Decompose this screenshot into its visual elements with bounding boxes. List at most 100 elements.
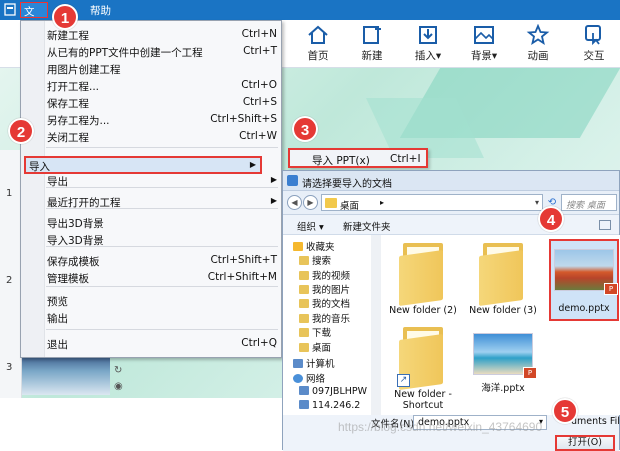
new-folder-button[interactable]: 新建文件夹 — [343, 219, 391, 233]
menu-item-label: 预览 — [47, 296, 68, 308]
file-menu-item[interactable]: 最近打开的工程 ▶ — [47, 194, 277, 210]
file-item-ocean-pptx[interactable]: P 海洋.pptx — [467, 327, 539, 394]
network-icon — [293, 374, 303, 383]
insert-button[interactable]: 插入▾ — [408, 24, 448, 64]
file-item-shortcut[interactable]: ↗ New folder - Shortcut — [387, 327, 459, 411]
chevron-down-icon[interactable]: ▾ — [535, 198, 539, 207]
tree-item[interactable]: 我的图片 — [299, 282, 350, 296]
tree-item[interactable]: 计算机 — [293, 356, 335, 370]
file-list: New folder (2) New folder (3) P demo.ppt… — [381, 235, 620, 415]
new-button[interactable]: 新建 — [352, 24, 392, 64]
tree-item[interactable]: 网络 — [293, 371, 325, 385]
file-menu-item[interactable]: 导入3D背景 — [47, 232, 277, 248]
rotate-icon[interactable]: ↻ — [114, 365, 122, 376]
dialog-toolbar: 组织 ▾ 新建文件夹 — [283, 215, 619, 235]
forward-icon[interactable]: ▶ — [303, 195, 318, 210]
menu-item-label: 打开工程... — [47, 81, 100, 93]
file-menu-item[interactable]: 导入 ▶ — [24, 156, 262, 174]
file-menu-item[interactable]: 导出3D背景 — [47, 215, 277, 231]
tree-item-label: 我的音乐 — [312, 314, 351, 325]
file-menu-item[interactable]: 保存成模板 Ctrl+Shift+T — [47, 253, 277, 269]
interaction-icon — [585, 25, 601, 46]
background-icon — [474, 26, 494, 44]
menu-item-label: 另存工程为... — [47, 115, 110, 127]
chevron-right-icon[interactable]: ▸ — [380, 198, 384, 207]
folder-icon — [299, 285, 309, 294]
path-box[interactable]: 桌面 ▸ ▾ — [321, 194, 543, 212]
menu-item-label: 输出 — [47, 313, 68, 325]
tree-item[interactable]: 搜索 — [299, 253, 331, 267]
file-menu-item[interactable]: 用图片创建工程 — [47, 61, 277, 77]
slides-panel: 1 2 3 — [0, 150, 22, 400]
file-menu-item[interactable]: 预览 — [47, 293, 277, 309]
tree-item-label: 计算机 — [306, 359, 335, 370]
file-item-demo-pptx[interactable]: P demo.pptx — [548, 243, 620, 314]
folder-icon — [299, 314, 309, 323]
file-menu-item[interactable]: 关闭工程 Ctrl+W — [47, 129, 277, 145]
import-submenu[interactable]: 导入 PPT(x) Ctrl+I — [288, 148, 428, 168]
organize-button[interactable]: 组织 ▾ — [297, 219, 324, 233]
tree-item[interactable]: 下载 — [299, 325, 331, 339]
file-name: New folder (2) — [389, 305, 457, 316]
menu-item-label: 保存成模板 — [47, 256, 100, 268]
menu-file[interactable]: 文件 — [20, 2, 48, 33]
pptx-icon: P — [604, 283, 618, 295]
file-menu-item[interactable]: 另存工程为... Ctrl+Shift+S — [47, 112, 277, 128]
background-button[interactable]: 背景▾ — [464, 24, 504, 64]
tree-item[interactable]: 我的音乐 — [299, 311, 350, 325]
tree-item[interactable]: 097JBLHPW — [299, 386, 367, 400]
folder-icon — [299, 328, 309, 337]
image-thumbnail: P — [554, 249, 618, 295]
tree-item[interactable]: 114.246.2 — [299, 400, 360, 414]
file-name: demo.pptx — [558, 303, 610, 314]
view-options-icon[interactable] — [599, 220, 611, 230]
tree-scrollbar[interactable] — [371, 235, 381, 415]
file-menu-item[interactable]: 新建工程 Ctrl+N — [47, 27, 277, 43]
file-menu-item[interactable]: 保存工程 Ctrl+S — [47, 95, 277, 111]
menu-item-label: 导出3D背景 — [47, 218, 104, 230]
submenu-arrow-icon: ▶ — [249, 160, 256, 169]
home-button[interactable]: 首页 — [298, 24, 338, 64]
animation-button[interactable]: 动画 — [518, 24, 558, 64]
tree-item[interactable]: 我的文档 — [299, 296, 350, 310]
file-item-folder[interactable]: New folder (2) — [387, 243, 459, 316]
tree-item-label: 搜索 — [312, 256, 332, 267]
interaction-button[interactable]: 交互 — [574, 24, 614, 64]
eye-icon[interactable]: ◉ — [114, 381, 123, 392]
file-menu-item[interactable]: 导出 ▶ — [47, 173, 277, 189]
menu-item-label: 保存工程 — [47, 98, 89, 110]
file-menu-item[interactable]: 打开工程... Ctrl+O — [47, 78, 277, 94]
dialog-titlebar: 请选择要导入的文档 — [283, 171, 619, 191]
folder-icon — [299, 343, 309, 352]
menu-help[interactable]: 帮助 — [90, 3, 111, 18]
dialog-title: 请选择要导入的文档 — [302, 179, 392, 190]
tree-item-label: 097JBLHPW — [312, 386, 368, 397]
filetype-select[interactable]: uments File(* — [571, 416, 620, 427]
menu-item-shortcut: Ctrl+O — [241, 79, 277, 91]
background-label: 背景▾ — [470, 50, 498, 62]
tree-item[interactable]: 收藏夹 — [293, 239, 335, 253]
open-button[interactable]: 打开(O) — [555, 435, 615, 451]
slide-thumbnail[interactable] — [22, 355, 110, 395]
file-menu-item[interactable]: 管理模板 Ctrl+Shift+M — [47, 270, 277, 286]
search-input[interactable]: 搜索 桌面 — [561, 194, 617, 211]
file-name: 海洋.pptx — [481, 383, 525, 394]
animation-icon — [526, 24, 550, 45]
file-menu-item[interactable]: 输出 — [47, 310, 277, 326]
file-item-folder[interactable]: New folder (3) — [467, 243, 539, 316]
app-icon — [4, 3, 16, 16]
dialog-app-icon — [287, 175, 298, 186]
shortcut-arrow-icon: ↗ — [397, 374, 410, 387]
folder-icon — [299, 299, 309, 308]
menu-item-label: 导入3D背景 — [47, 235, 104, 247]
tree-item[interactable]: 我的视频 — [299, 268, 350, 282]
menu-item-label: 新建工程 — [47, 30, 89, 42]
back-icon[interactable]: ◀ — [287, 195, 302, 210]
file-menu-item[interactable]: 退出 Ctrl+Q — [47, 336, 277, 352]
tree-item[interactable]: 桌面 — [299, 340, 331, 354]
star-icon — [293, 242, 303, 251]
menu-item-label: 关闭工程 — [47, 132, 89, 144]
import-ppt-item[interactable]: 导入 PPT(x) — [312, 153, 370, 168]
menu-item-label: 最近打开的工程 — [47, 197, 121, 209]
file-menu-item[interactable]: 从已有的PPT文件中创建一个工程 Ctrl+T — [47, 44, 277, 60]
